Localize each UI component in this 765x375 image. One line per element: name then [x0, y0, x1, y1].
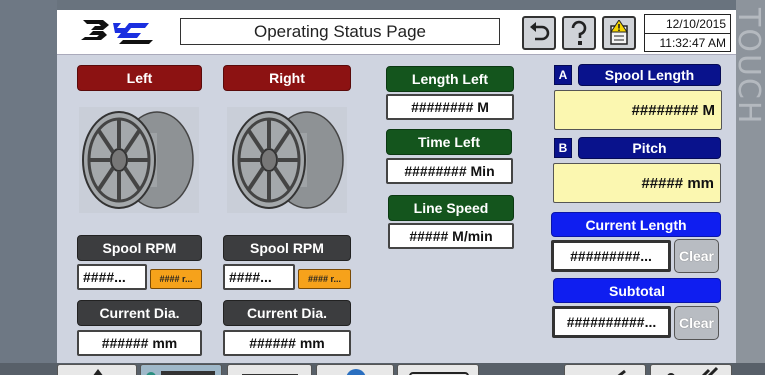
- time-left-field[interactable]: ######## Min: [386, 158, 513, 184]
- time-text: 11:32:47 AM: [645, 33, 730, 51]
- date-text: 12/10/2015: [665, 17, 726, 31]
- right-spool-rpm-field[interactable]: ####...: [223, 264, 295, 290]
- function-key-globe[interactable]: [316, 364, 394, 375]
- left-spool-rpm-field[interactable]: ####...: [77, 264, 147, 290]
- pitch-label: Pitch: [578, 137, 721, 159]
- function-key-5[interactable]: [397, 364, 479, 375]
- current-length-clear-button[interactable]: Clear: [674, 239, 719, 273]
- hmi-screen: Operating Status Page 12/10/2015 11:32:4…: [57, 10, 736, 365]
- subtotal-field[interactable]: ##########...: [552, 306, 671, 338]
- left-spool-rpm-label: Spool RPM: [77, 235, 202, 261]
- back-button[interactable]: [522, 16, 556, 50]
- function-key-home[interactable]: [57, 364, 137, 375]
- function-key-5-icon: [409, 372, 469, 375]
- line-speed-field[interactable]: ##### M/min: [388, 223, 514, 249]
- current-length-field[interactable]: #########...: [551, 240, 671, 272]
- current-length-label: Current Length: [551, 212, 721, 237]
- left-spool-rpm-tag: #### r...: [150, 269, 202, 289]
- spool-length-a-badge: A: [554, 65, 572, 85]
- function-key-machine[interactable]: [140, 364, 222, 375]
- left-spool-image: [79, 107, 199, 213]
- question-mark-icon: [571, 20, 587, 45]
- right-label: Right: [223, 65, 351, 91]
- left-current-dia-label: Current Dia.: [77, 300, 202, 326]
- device-frame-top: [0, 0, 765, 10]
- line-speed-label: Line Speed: [388, 195, 514, 221]
- settings-tools-icon: [667, 366, 719, 375]
- right-spool-image: [227, 107, 347, 213]
- alarm-log-button[interactable]: [602, 16, 636, 50]
- spool-length-label: Spool Length: [578, 64, 721, 86]
- function-key-3[interactable]: [227, 364, 312, 375]
- subtotal-label: Subtotal: [553, 278, 721, 303]
- right-current-dia-label: Current Dia.: [223, 300, 351, 326]
- subtotal-clear-button[interactable]: Clear: [674, 306, 719, 340]
- company-logo: [81, 20, 153, 44]
- undo-arrow-icon: [530, 22, 550, 41]
- machine-icon: [146, 371, 215, 375]
- left-label: Left: [77, 65, 202, 91]
- length-left-label: Length Left: [386, 66, 514, 92]
- page-title: Operating Status Page: [180, 18, 500, 45]
- right-spool-rpm-tag: #### r...: [298, 269, 351, 289]
- length-left-field[interactable]: ######## M: [386, 94, 514, 120]
- globe-icon: [346, 369, 366, 375]
- function-key-back[interactable]: [564, 364, 646, 375]
- device-frame-left: [0, 0, 57, 375]
- pitch-b-badge: B: [554, 138, 572, 158]
- right-spool-rpm-label: Spool RPM: [223, 235, 351, 261]
- spool-length-field[interactable]: ######## M: [554, 90, 722, 130]
- home-arrow-icon: [93, 369, 103, 375]
- help-button[interactable]: [562, 16, 596, 50]
- left-current-dia-field[interactable]: ###### mm: [77, 330, 202, 356]
- right-current-dia-field[interactable]: ###### mm: [223, 330, 351, 356]
- alarm-warning-icon: [610, 20, 628, 45]
- datetime-display: 12/10/2015 11:32:47 AM: [644, 14, 731, 52]
- time-left-label: Time Left: [386, 129, 512, 155]
- device-bezel-right: TOUCH: [736, 0, 765, 375]
- function-key-3-icon: [242, 374, 298, 375]
- pitch-field[interactable]: ##### mm: [553, 163, 721, 203]
- function-key-settings[interactable]: [650, 364, 732, 375]
- bezel-brand-text: TOUCH: [736, 8, 765, 126]
- back-arrow-icon: [617, 369, 626, 375]
